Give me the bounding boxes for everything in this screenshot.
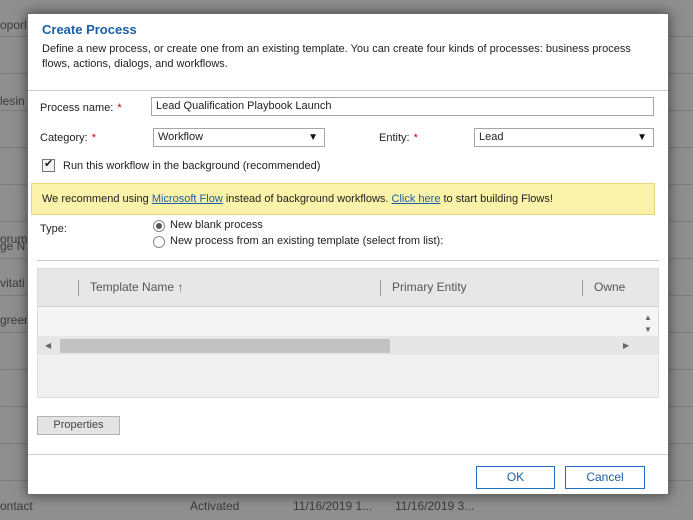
horizontal-scrollbar[interactable]: ◀ ▶: [38, 336, 658, 355]
scroll-up-icon[interactable]: ▲: [644, 313, 652, 322]
entity-label-text: Entity:: [379, 132, 410, 144]
list-row: ontact Activated 11/16/2019 1... 11/16/2…: [0, 496, 693, 520]
dialog-title: Create Process: [42, 22, 137, 37]
category-label-text: Category:: [40, 132, 88, 144]
radio-from-template-label: New process from an existing template (s…: [170, 235, 444, 247]
category-value: Workflow: [158, 131, 204, 143]
entity-label: Entity: *: [379, 132, 418, 144]
list-row-text: oporl: [0, 18, 27, 32]
banner-text: to start building Flows!: [440, 193, 553, 205]
column-header-primary-entity[interactable]: Primary Entity: [392, 280, 467, 294]
required-marker: *: [413, 132, 418, 144]
dropdown-arrow-icon: ▼: [637, 132, 647, 143]
column-separator: [78, 280, 79, 296]
column-header-owner[interactable]: Owne: [594, 280, 625, 294]
ok-button[interactable]: OK: [476, 466, 555, 489]
list-row-text: lesin: [0, 94, 25, 108]
process-name-label: Process name: *: [40, 102, 122, 114]
list-row-status: Activated: [190, 499, 240, 513]
radio-new-blank-label: New blank process: [170, 219, 263, 231]
column-separator: [380, 280, 381, 296]
scroll-left-icon[interactable]: ◀: [45, 341, 51, 350]
background-checkbox[interactable]: ✔: [42, 158, 55, 172]
scroll-down-icon[interactable]: ▼: [644, 325, 652, 334]
banner-text: We recommend using: [42, 193, 152, 205]
column-header-template-name[interactable]: Template Name ↑: [90, 280, 183, 294]
required-marker: *: [117, 102, 122, 114]
scrollbar-thumb[interactable]: [60, 339, 390, 353]
entity-value: Lead: [479, 131, 504, 143]
create-process-dialog: Create Process Define a new process, or …: [27, 13, 669, 495]
list-row-created: 11/16/2019 1...: [293, 499, 373, 513]
background-checkbox-label: Run this workflow in the background (rec…: [63, 160, 321, 172]
divider: [28, 90, 668, 91]
list-row-name: ontact: [0, 499, 33, 513]
grid-header: Template Name ↑ Primary Entity Owne: [38, 269, 658, 307]
entity-select[interactable]: Lead ▼: [474, 128, 654, 147]
banner-text: instead of background workflows.: [222, 193, 392, 205]
microsoft-flow-link[interactable]: Microsoft Flow: [152, 193, 223, 205]
radio-new-blank[interactable]: [153, 220, 165, 232]
category-select[interactable]: Workflow ▼: [153, 128, 325, 147]
process-name-label-text: Process name:: [40, 102, 114, 114]
category-label: Category: *: [40, 132, 96, 144]
click-here-link[interactable]: Click here: [392, 193, 441, 205]
list-row-modified: 11/16/2019 3...: [395, 499, 475, 513]
dialog-description: Define a new process, or create one from…: [42, 43, 631, 70]
dropdown-arrow-icon: ▼: [308, 132, 318, 143]
required-marker: *: [91, 132, 96, 144]
divider: [37, 260, 659, 261]
list-row-text: vitati: [0, 276, 25, 290]
cancel-button[interactable]: Cancel: [565, 466, 645, 489]
type-label: Type:: [40, 223, 67, 235]
column-separator: [582, 280, 583, 296]
list-row-text: ge N: [0, 239, 26, 253]
checkmark-icon: ✔: [44, 158, 54, 170]
scroll-right-icon[interactable]: ▶: [623, 341, 629, 350]
flow-recommendation-banner: We recommend using Microsoft Flow instea…: [31, 183, 655, 215]
radio-from-template[interactable]: [153, 236, 165, 248]
dialog-footer: OK Cancel: [28, 455, 668, 494]
template-grid: Template Name ↑ Primary Entity Owne ▲ ▼ …: [37, 268, 659, 398]
properties-button[interactable]: Properties: [37, 416, 120, 435]
process-name-input[interactable]: Lead Qualification Playbook Launch: [151, 97, 654, 116]
